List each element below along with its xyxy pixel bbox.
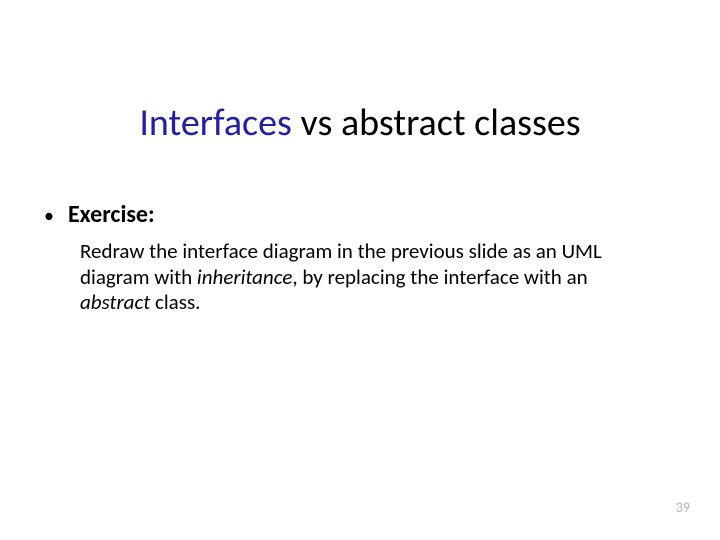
title-word-vs: vs xyxy=(300,100,332,146)
bullet-item: • Exercise: xyxy=(42,200,660,229)
body-paragraph: Redraw the interface diagram in the prev… xyxy=(80,239,640,316)
content-area: • Exercise: Redraw the interface diagram… xyxy=(42,200,660,316)
title-word-interfaces: Interfaces xyxy=(139,100,292,146)
bullet-marker: • xyxy=(44,206,54,226)
title-word-classes: classes xyxy=(474,100,581,146)
title-word-abstract: abstract xyxy=(341,100,466,146)
page-number: 39 xyxy=(676,499,690,516)
bullet-label: Exercise: xyxy=(68,200,155,229)
body-text-3: class. xyxy=(150,289,200,315)
body-italic-abstract: abstract xyxy=(80,289,150,315)
body-italic-inheritance: inheritance xyxy=(197,264,292,290)
slide-title: Interfaces vs abstract classes xyxy=(0,100,720,146)
body-text-2: , by replacing the interface with an xyxy=(292,264,587,290)
slide: Interfaces vs abstract classes • Exercis… xyxy=(0,0,720,540)
